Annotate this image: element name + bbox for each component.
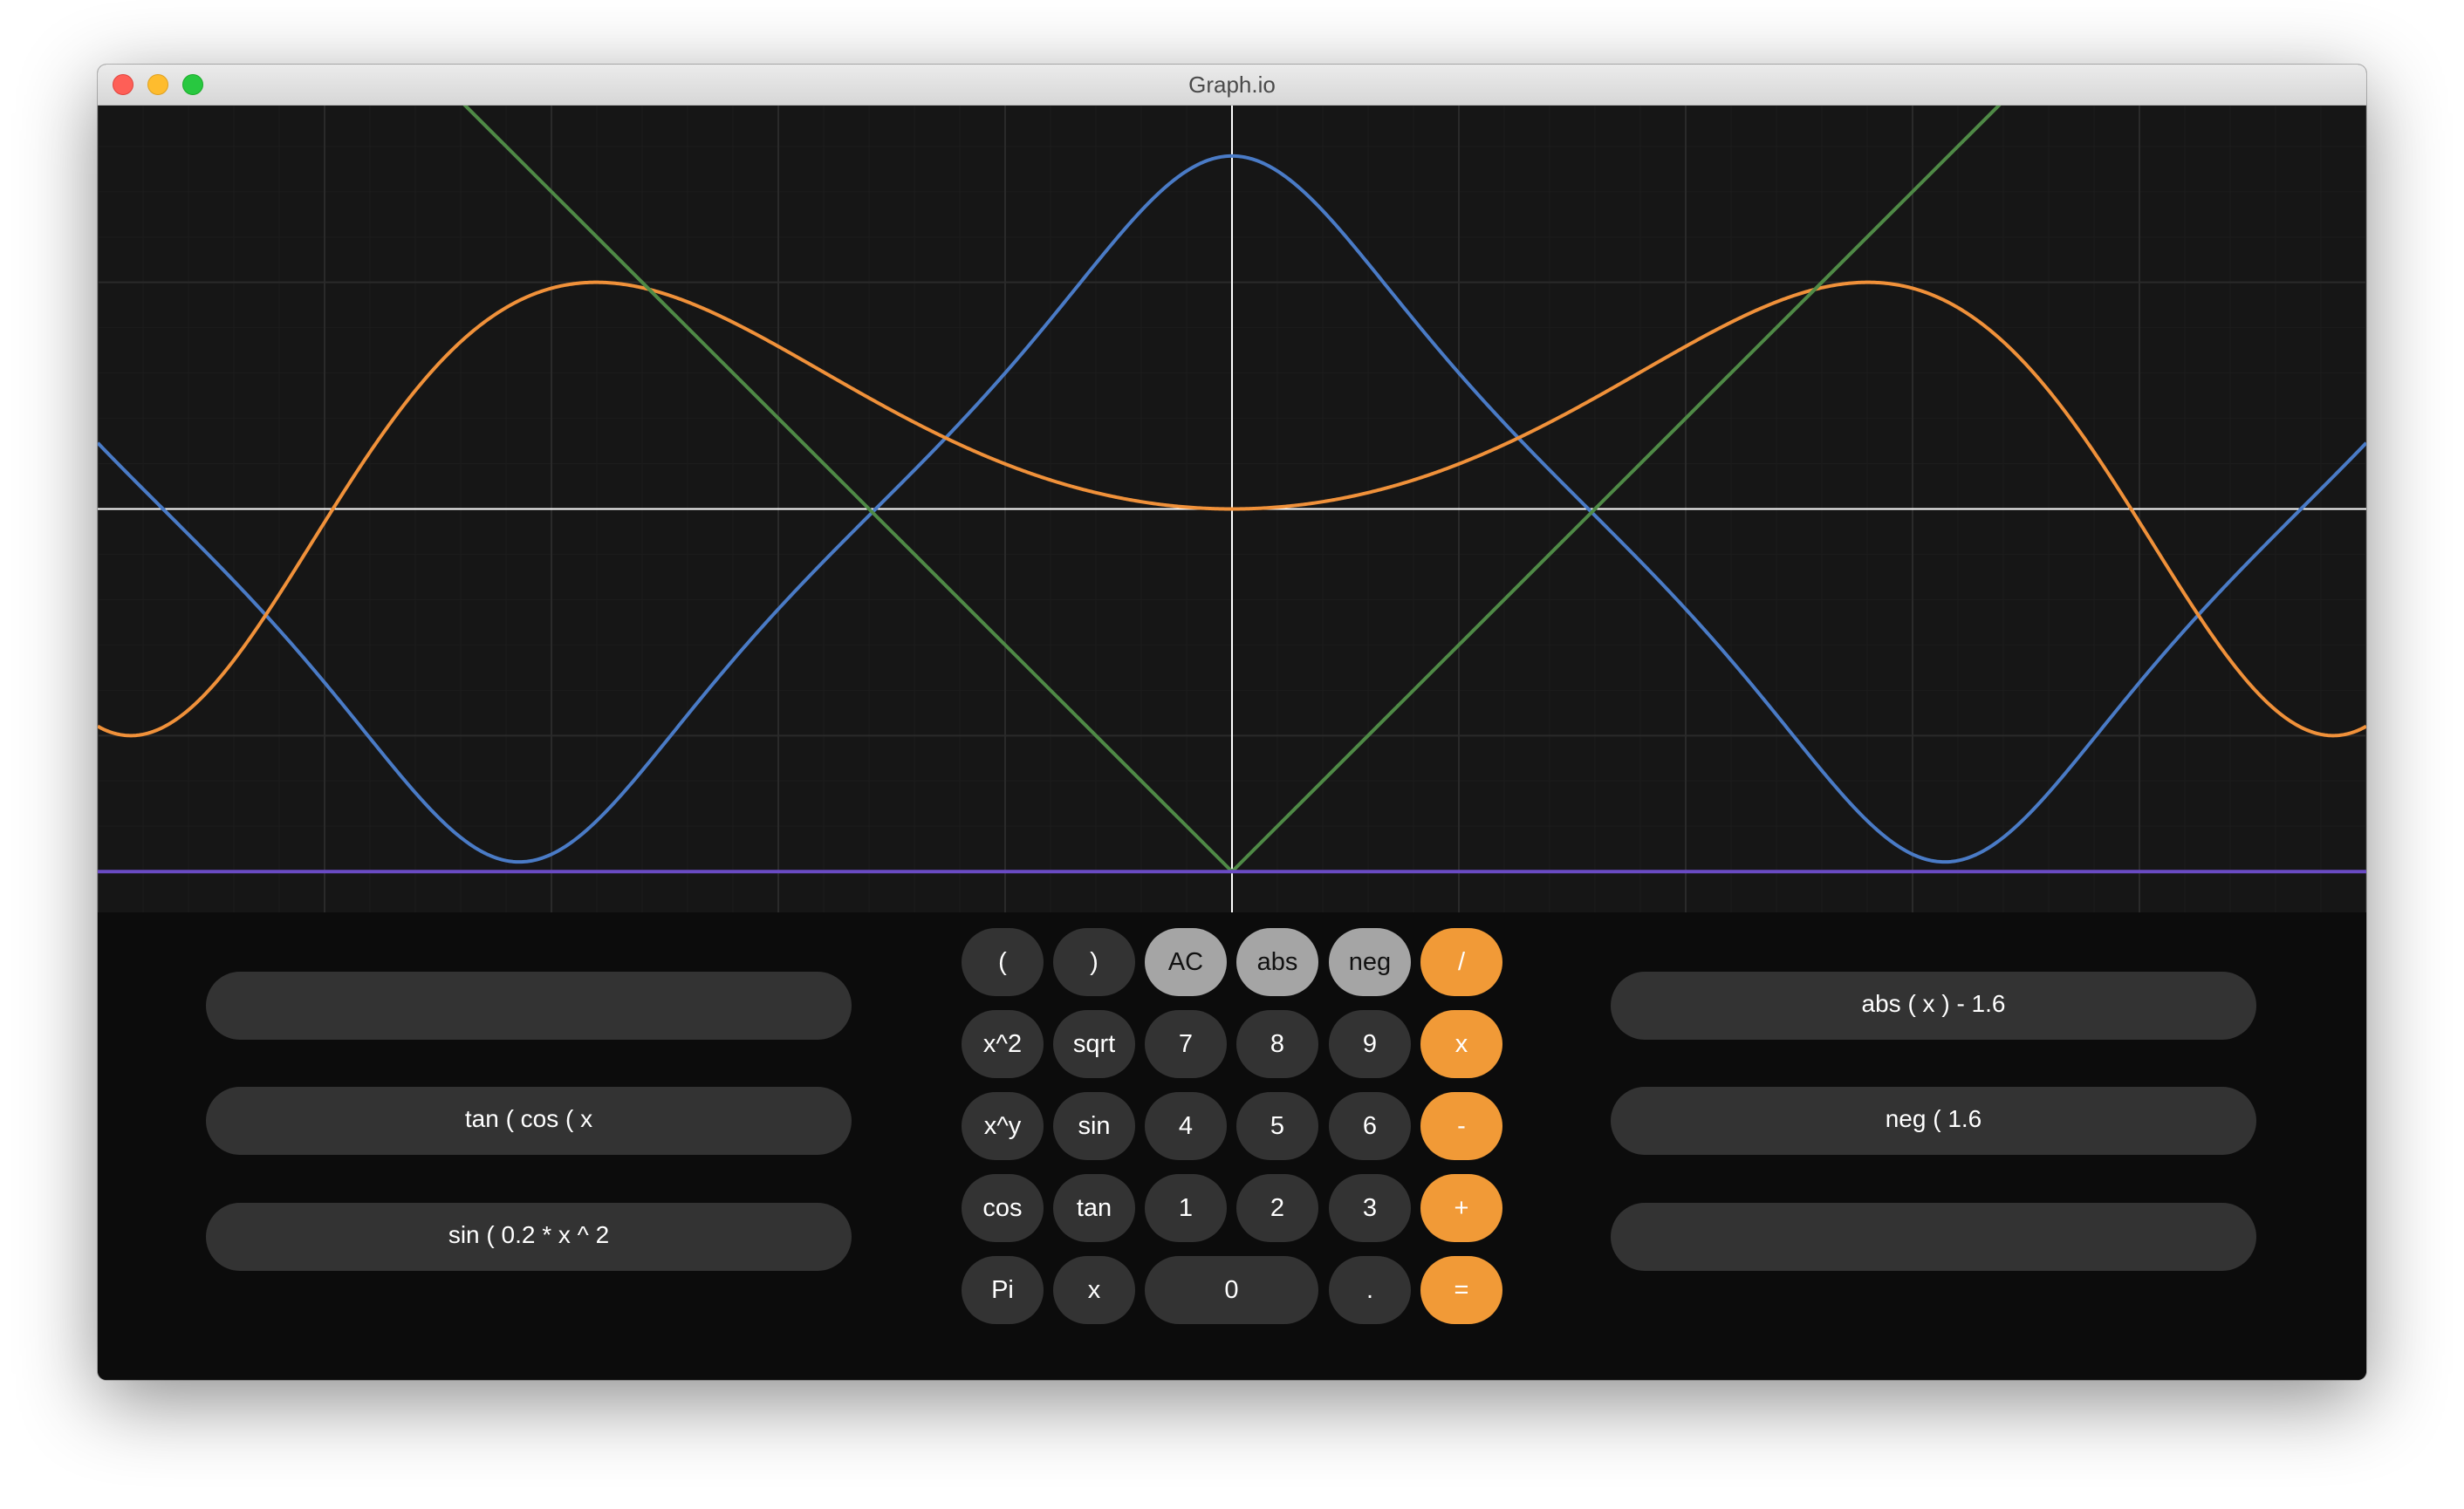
digit-4-key[interactable]: 4 [1145,1092,1227,1160]
divide-key[interactable]: / [1420,928,1502,996]
close-paren-key[interactable]: ) [1053,928,1135,996]
equals-key[interactable]: = [1420,1256,1502,1324]
digit-2-key[interactable]: 2 [1236,1174,1318,1242]
plus-key[interactable]: + [1420,1174,1502,1242]
minus-key[interactable]: - [1420,1092,1502,1160]
digit-5-key[interactable]: 5 [1236,1092,1318,1160]
expression-field-right-3[interactable] [1611,1203,2256,1271]
tan-key[interactable]: tan [1053,1174,1135,1242]
pi-key[interactable]: Pi [962,1256,1044,1324]
power-key[interactable]: x^y [962,1092,1044,1160]
graph-canvas[interactable] [98,106,2366,912]
variable-x-key[interactable]: x [1053,1256,1135,1324]
cos-key[interactable]: cos [962,1174,1044,1242]
app-window: Graph.io tan ( cos ( x sin ( 0.2 * x ^ 2… [98,65,2366,1380]
expression-field-left-2[interactable]: tan ( cos ( x [206,1087,852,1155]
square-key[interactable]: x^2 [962,1010,1044,1078]
multiply-key[interactable]: x [1420,1010,1502,1078]
title-bar: Graph.io [98,65,2366,106]
digit-9-key[interactable]: 9 [1329,1010,1411,1078]
expression-field-right-1[interactable]: abs ( x ) - 1.6 [1611,972,2256,1040]
digit-1-key[interactable]: 1 [1145,1174,1227,1242]
window-title: Graph.io [1188,72,1276,98]
all-clear-key[interactable]: AC [1145,928,1227,996]
expression-field-left-3[interactable]: sin ( 0.2 * x ^ 2 [206,1203,852,1271]
digit-3-key[interactable]: 3 [1329,1174,1411,1242]
sin-key[interactable]: sin [1053,1092,1135,1160]
calculator-panel: tan ( cos ( x sin ( 0.2 * x ^ 2 abs ( x … [98,912,2366,1380]
neg-key[interactable]: neg [1329,928,1411,996]
open-paren-key[interactable]: ( [962,928,1044,996]
sqrt-key[interactable]: sqrt [1053,1010,1135,1078]
digit-8-key[interactable]: 8 [1236,1010,1318,1078]
digit-7-key[interactable]: 7 [1145,1010,1227,1078]
graph-plot [98,106,2366,912]
digit-0-key[interactable]: 0 [1145,1256,1318,1324]
decimal-key[interactable]: . [1329,1256,1411,1324]
expression-field-right-2[interactable]: neg ( 1.6 [1611,1087,2256,1155]
abs-key[interactable]: abs [1236,928,1318,996]
digit-6-key[interactable]: 6 [1329,1092,1411,1160]
expression-field-left-1[interactable] [206,972,852,1040]
